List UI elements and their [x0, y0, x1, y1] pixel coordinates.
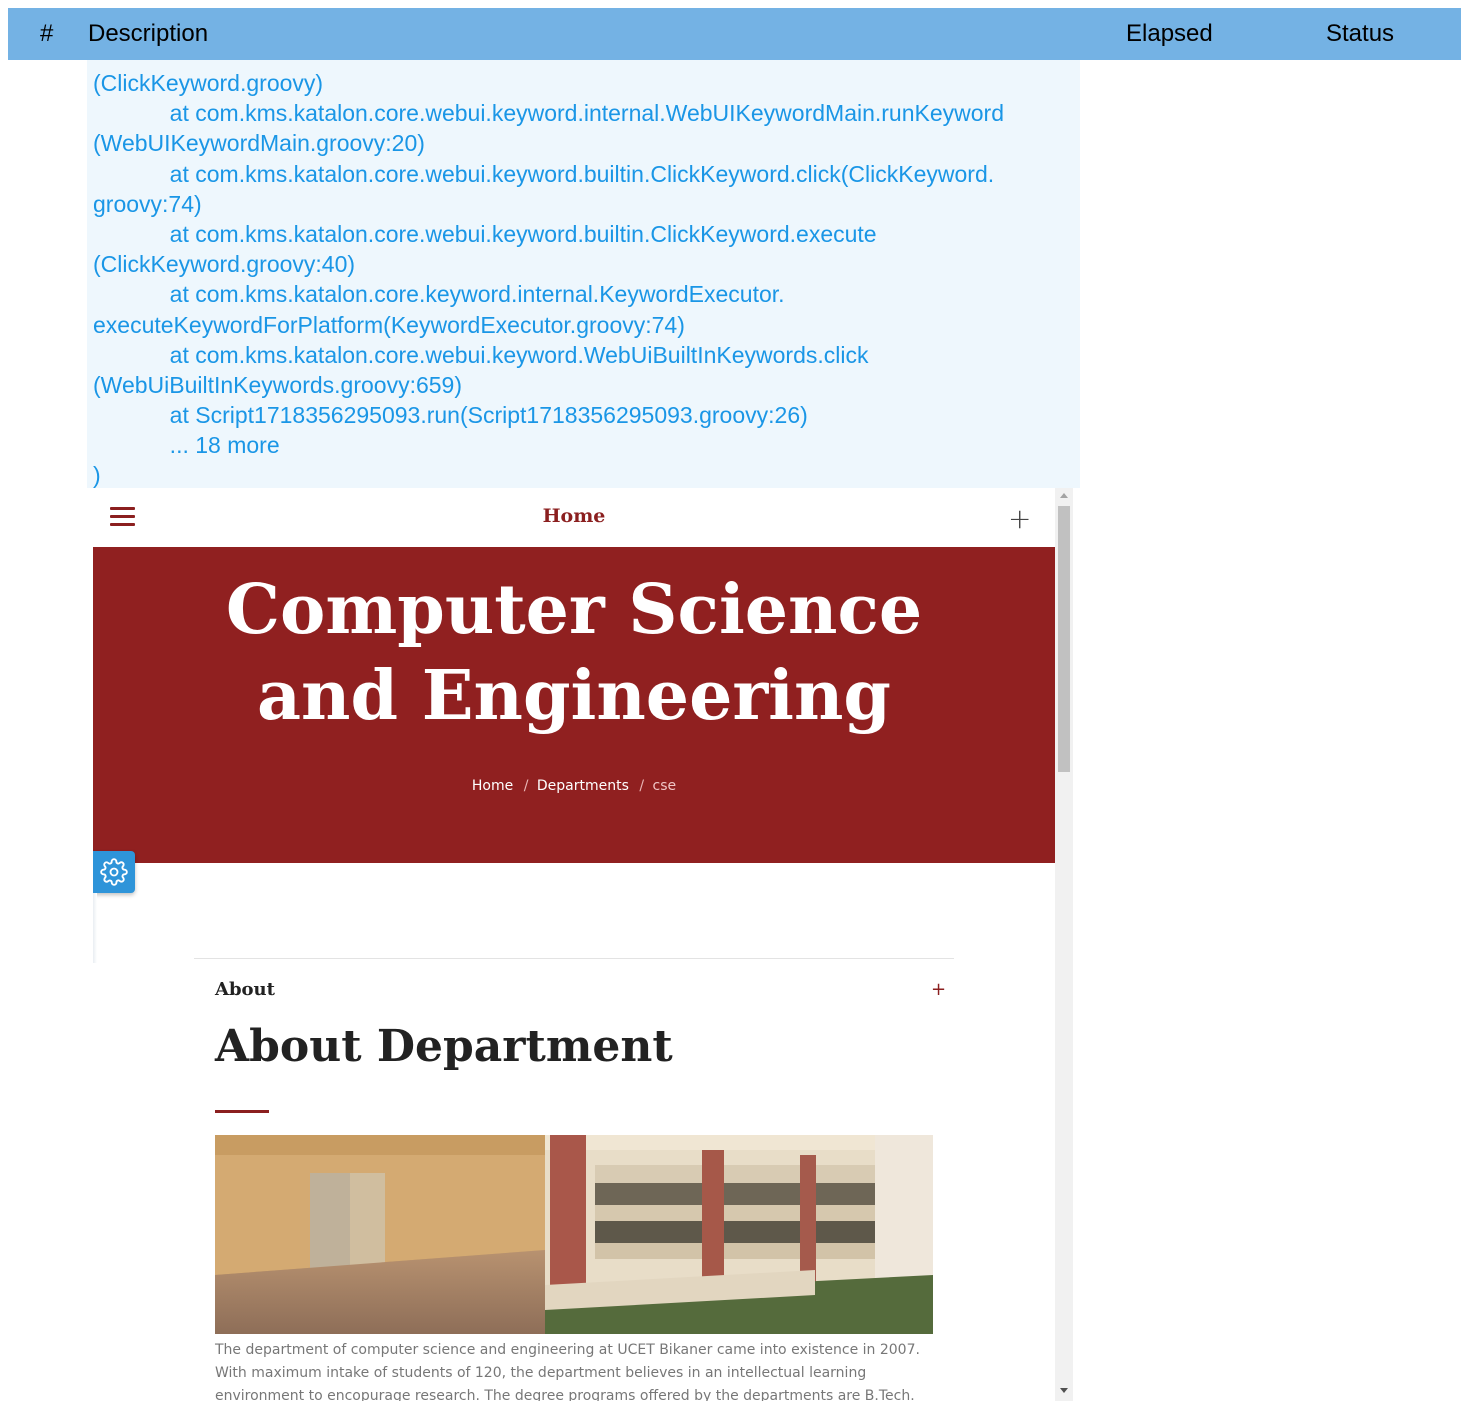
- stack-trace-text: (ClickKeyword.groovy) at com.kms.katalon…: [93, 68, 1078, 491]
- about-heading: About Department: [215, 1021, 673, 1072]
- page-title-line1: Computer Science: [225, 570, 923, 650]
- log-line: (ClickKeyword.groovy:40): [93, 251, 356, 278]
- scrollbar-thumb[interactable]: [1058, 506, 1070, 772]
- column-header-status: Status: [1326, 20, 1395, 47]
- log-line: ... 18 more: [93, 432, 280, 459]
- log-line: ): [93, 462, 101, 489]
- about-section: About + About Department The department …: [194, 958, 954, 1401]
- log-line: groovy:74): [93, 190, 202, 217]
- vertical-scrollbar[interactable]: [1055, 488, 1073, 1401]
- log-line: at com.kms.katalon.core.keyword.internal…: [93, 281, 785, 308]
- about-description: The department of computer science and e…: [215, 1339, 920, 1401]
- log-line: at com.kms.katalon.core.webui.keyword.bu…: [93, 160, 995, 187]
- log-line: (ClickKeyword.groovy): [93, 70, 324, 96]
- plus-icon[interactable]: +: [1008, 502, 1031, 535]
- results-table-header: # Description Elapsed Status: [8, 8, 1461, 60]
- department-building-image: [215, 1135, 933, 1334]
- site-navbar: Home +: [93, 488, 1055, 547]
- settings-button[interactable]: [93, 851, 135, 893]
- stack-trace-panel: (ClickKeyword.groovy) at com.kms.katalon…: [87, 60, 1080, 488]
- page-screenshot: Home + Computer Science and Engineering …: [93, 488, 1080, 1401]
- page-title-line2: and Engineering: [257, 656, 891, 736]
- log-line: at Script1718356295093.run(Script1718356…: [93, 402, 808, 429]
- breadcrumb: Home / Departments / cse: [93, 778, 1055, 794]
- log-line: (WebUIKeywordMain.groovy:20): [93, 130, 425, 157]
- page-title: Computer Science and Engineering: [93, 567, 1055, 739]
- side-panel-edge: [93, 893, 97, 963]
- nav-title[interactable]: Home: [93, 505, 1055, 527]
- log-line: at com.kms.katalon.core.webui.keyword.in…: [93, 100, 1005, 127]
- log-line: executeKeywordForPlatform(KeywordExecuto…: [93, 311, 685, 338]
- column-header-elapsed: Elapsed: [1126, 20, 1213, 47]
- column-header-description: Description: [88, 20, 209, 47]
- log-line: at com.kms.katalon.core.webui.keyword.We…: [93, 341, 869, 368]
- breadcrumb-separator: /: [523, 778, 529, 794]
- breadcrumb-current: cse: [652, 778, 677, 794]
- scroll-down-arrow-icon[interactable]: [1060, 1388, 1068, 1393]
- about-tab-label[interactable]: About: [215, 979, 275, 1000]
- breadcrumb-separator: /: [639, 778, 645, 794]
- gear-icon: [100, 858, 128, 886]
- about-text-line: The department of computer science and e…: [215, 1342, 920, 1358]
- log-line: (WebUiBuiltInKeywords.groovy:659): [93, 371, 463, 398]
- scroll-up-arrow-icon[interactable]: [1060, 493, 1068, 498]
- hero-banner: Computer Science and Engineering Home / …: [93, 547, 1055, 863]
- expand-plus-icon[interactable]: +: [931, 979, 946, 1000]
- about-text-line: With maximum intake of students of 120, …: [215, 1365, 867, 1381]
- about-text-line: environment to encopurage research. The …: [215, 1388, 915, 1401]
- heading-underline: [215, 1110, 269, 1113]
- column-header-number: #: [40, 20, 54, 47]
- log-line: at com.kms.katalon.core.webui.keyword.bu…: [93, 220, 877, 247]
- breadcrumb-home[interactable]: Home: [472, 778, 513, 794]
- breadcrumb-departments[interactable]: Departments: [537, 778, 629, 794]
